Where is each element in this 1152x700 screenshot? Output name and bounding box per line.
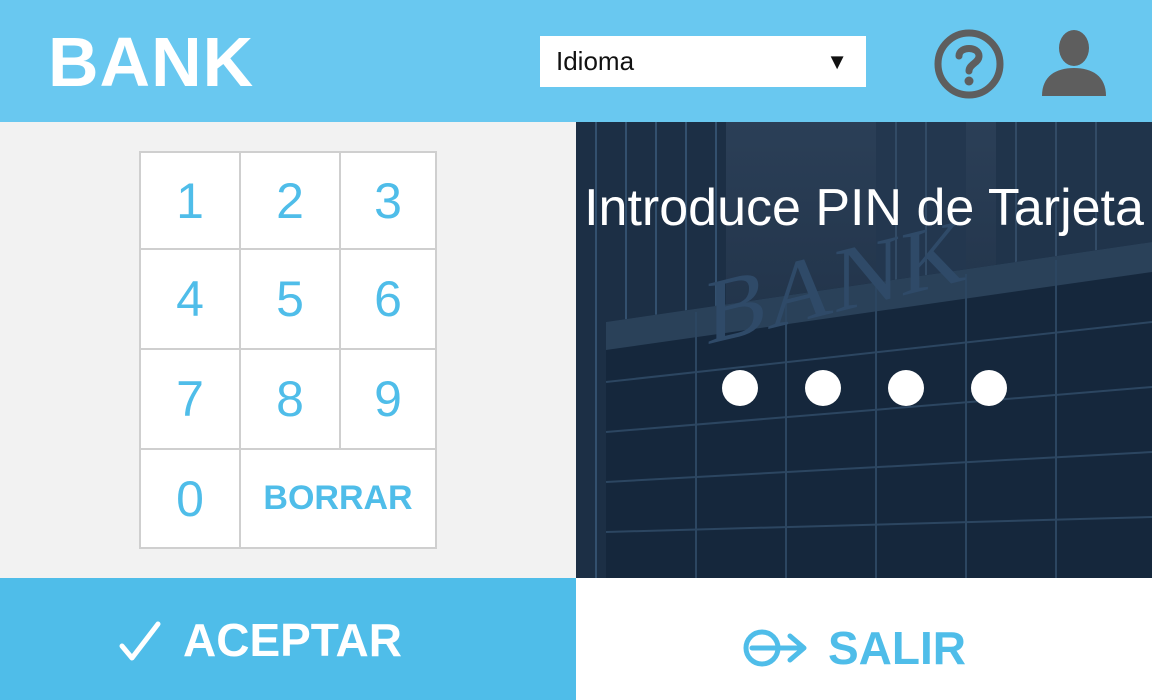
key-8[interactable]: 8 (241, 350, 339, 448)
key-7[interactable]: 7 (141, 350, 239, 448)
bank-logo-text: BANK (48, 23, 255, 101)
exit-button[interactable]: SALIR (576, 578, 1152, 700)
key-9[interactable]: 9 (341, 350, 435, 448)
keypad-panel: 1 2 3 4 5 6 7 8 9 0 BORRAR (0, 122, 576, 578)
header-bar: BANK Idioma ▼ (0, 0, 1152, 122)
pin-dot-4 (971, 370, 1007, 406)
pin-dot-1 (722, 370, 758, 406)
user-icon (1042, 30, 1106, 96)
language-select-value: Idioma (556, 46, 635, 76)
accept-button-label: ACEPTAR (183, 614, 402, 666)
key-5[interactable]: 5 (241, 250, 339, 348)
key-6[interactable]: 6 (341, 250, 435, 348)
checkmark-icon (119, 621, 161, 661)
key-1[interactable]: 1 (141, 153, 239, 248)
user-account-button[interactable] (1036, 24, 1112, 100)
pin-keypad: 1 2 3 4 5 6 7 8 9 0 BORRAR (139, 151, 437, 549)
accept-button[interactable]: ACEPTAR (0, 578, 576, 700)
exit-button-label: SALIR (828, 622, 966, 674)
key-4[interactable]: 4 (141, 250, 239, 348)
help-button[interactable] (932, 27, 1006, 101)
exit-arrow-icon (743, 629, 807, 667)
key-0[interactable]: 0 (141, 450, 239, 547)
dropdown-arrow-icon: ▼ (826, 49, 848, 74)
pin-dot-2 (805, 370, 841, 406)
key-3[interactable]: 3 (341, 153, 435, 248)
key-2[interactable]: 2 (241, 153, 339, 248)
pin-dots (576, 370, 1152, 410)
pin-entry-panel: BANK Introduce PIN de Tarjeta (576, 122, 1152, 578)
help-icon (934, 29, 1004, 99)
language-select[interactable]: Idioma ▼ (540, 36, 866, 87)
pin-dot-3 (888, 370, 924, 406)
pin-prompt: Introduce PIN de Tarjeta (584, 179, 1144, 237)
clear-button[interactable]: BORRAR (241, 450, 435, 547)
